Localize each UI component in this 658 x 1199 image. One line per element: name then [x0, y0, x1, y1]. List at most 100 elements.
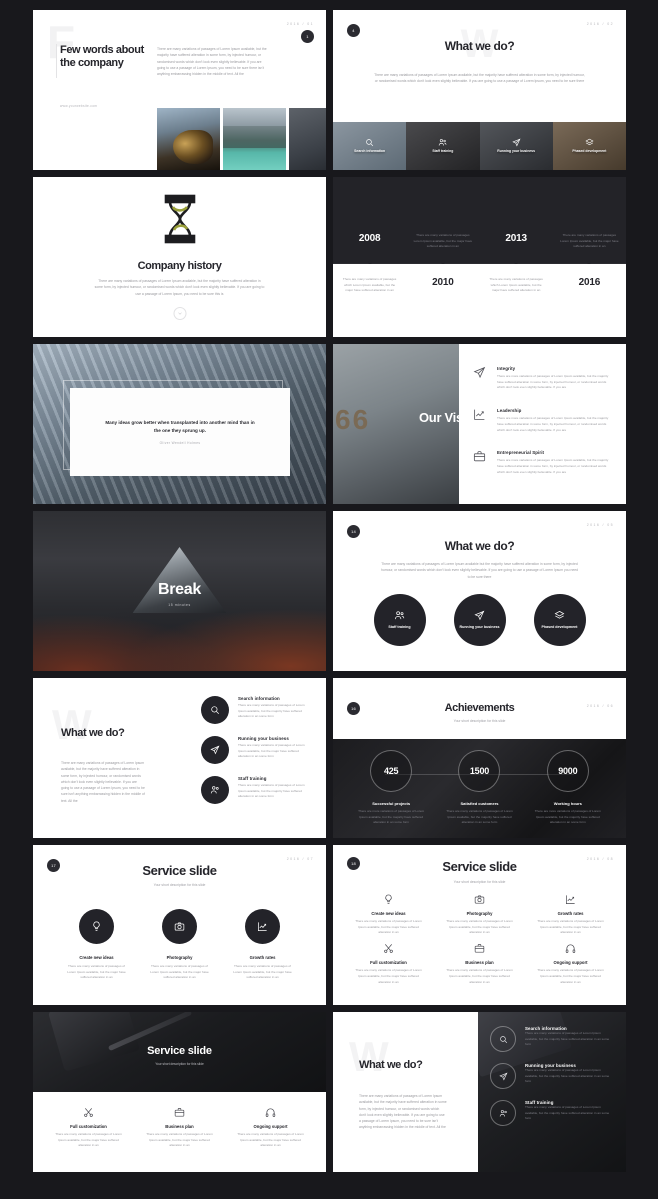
slide-what-we-do-photos[interactable]: 4 2016 / 02 W What we do? There are many…	[333, 10, 626, 170]
service-item[interactable]: Create new ideas There are many variatio…	[63, 909, 131, 981]
service-item[interactable]: Growth rates There are many variations o…	[527, 894, 614, 936]
stat-item[interactable]: 9000 Working hours There are more variat…	[530, 750, 606, 826]
service-item[interactable]: Ongoing support There are many variation…	[227, 1107, 314, 1149]
feature-cell[interactable]: Staff training	[406, 122, 480, 170]
chevron-down-icon[interactable]	[173, 307, 186, 320]
hourglass-icon	[161, 194, 199, 244]
list-item-body: There are more variations of passages of…	[497, 374, 609, 390]
slide-what-we-do-split[interactable]: W What we do? There are many variations …	[333, 1012, 626, 1172]
split-left-panel: W What we do? There are many variations …	[333, 1012, 478, 1172]
chart-icon	[565, 894, 576, 905]
service-label: Ongoing support	[553, 960, 588, 966]
service-description: There are many variations of passages of…	[446, 968, 513, 984]
stat-ring: 9000	[546, 750, 589, 792]
service-item[interactable]: Full customization There are many variat…	[345, 943, 432, 985]
list-item[interactable]: Integrity There are more variations of p…	[473, 366, 612, 391]
gallery-row: Company history There are many variation…	[33, 177, 626, 337]
slide-service-six[interactable]: 18 2016 / 08 Service slide Your short de…	[333, 845, 626, 1005]
slide-achievements[interactable]: 16 2016 / 06 Achievements Your short des…	[333, 678, 626, 838]
list-item-body: There are many variations of passages of…	[238, 783, 305, 799]
list-item-label: Leadership	[497, 408, 522, 414]
feature-cell[interactable]: Search information	[333, 122, 407, 170]
timeline-entry[interactable]: There are many variations of passages Lo…	[406, 177, 479, 337]
list-item[interactable]: Leadership There are more variations of …	[473, 408, 612, 433]
slide-company-history[interactable]: Company history There are many variation…	[33, 177, 326, 337]
slide-number-badge[interactable]: 1	[301, 30, 314, 43]
feature-circle[interactable]: Phased development	[533, 594, 586, 646]
chart-icon	[245, 909, 280, 944]
service-item[interactable]: Growth rates There are many variations o…	[229, 909, 297, 981]
timeline-year: 2016	[578, 277, 601, 288]
briefcase-icon	[174, 1107, 185, 1118]
service-item[interactable]: Photography There are many variations of…	[146, 909, 214, 981]
stat-item[interactable]: 1500 Satisfied customers There are many …	[441, 750, 517, 826]
list-item[interactable]: Search information There are many variat…	[490, 1026, 614, 1052]
feature-cell[interactable]: Running your business	[479, 122, 553, 170]
timeline-year: 2013	[505, 233, 527, 244]
feature-label: Phased development	[541, 624, 578, 629]
slide-break[interactable]: Break 15 minutes	[33, 511, 326, 671]
slide-what-we-do-circles[interactable]: 14 2016 / 05 What we do? There are many …	[333, 511, 626, 671]
page-subtitle: Your short description for this slide	[453, 880, 506, 884]
feature-cell[interactable]: Phased development	[552, 122, 626, 170]
paper-plane-icon	[511, 138, 521, 147]
eagle-photo	[157, 108, 220, 170]
list-item[interactable]: Staff training There are many variations…	[490, 1100, 614, 1126]
body-text: There are many variations of passages of…	[374, 73, 585, 84]
service-item[interactable]: Photography There are many variations of…	[436, 894, 523, 936]
gallery-row: Many ideas grow better when transplanted…	[33, 344, 626, 504]
briefcase-icon	[473, 450, 486, 475]
quote-text: Many ideas grow better when transplanted…	[105, 420, 255, 433]
timeline-entry[interactable]: 2008 There are many variations of passag…	[333, 177, 406, 337]
list-item[interactable]: Running your business There are many var…	[201, 736, 311, 764]
list-item[interactable]: Staff training There are many variations…	[201, 776, 311, 804]
service-description: There are many variations of passages of…	[355, 919, 422, 935]
slide-service-dark[interactable]: Service slide Your short description for…	[33, 1012, 326, 1172]
slide-what-we-do-list[interactable]: W What we do? There are many variations …	[33, 678, 326, 838]
service-description: There are many variations of passages of…	[446, 919, 513, 935]
slide-number-badge[interactable]: 14	[347, 525, 360, 538]
timeline-dot	[587, 260, 592, 264]
slide-few-words[interactable]: F Few words about the company There are …	[33, 10, 326, 170]
list-item-body: There are more variations of passages of…	[497, 458, 609, 474]
slide-number-badge[interactable]: 4	[347, 24, 360, 37]
timeline-entry[interactable]: 2013 There are many variations of passag…	[480, 177, 553, 337]
slide-corner-label: 2016 / 05	[586, 523, 614, 527]
page-subtitle: Your short description for this slide	[453, 719, 506, 723]
stat-label: Working hours	[553, 801, 582, 806]
timeline-year: 2010	[432, 277, 454, 288]
search-icon	[365, 138, 374, 147]
service-item[interactable]: Ongoing support There are many variation…	[527, 943, 614, 985]
service-description: There are many variations of passages of…	[537, 919, 604, 935]
list-item[interactable]: Running your business There are many var…	[490, 1063, 614, 1089]
feature-circle[interactable]: Staff training	[373, 594, 426, 646]
service-item[interactable]: Create new ideas There are many variatio…	[345, 894, 432, 936]
list-item[interactable]: Entrepreneurial Spirit There are more va…	[473, 450, 612, 475]
timeline-entry[interactable]: There are many variations of passages Lo…	[553, 177, 626, 337]
slide-our-vision[interactable]: 66 Our Vision Integrity There are more v…	[333, 344, 626, 504]
service-item[interactable]: Full customization There are many variat…	[45, 1107, 132, 1149]
page-title: Few words about the company	[60, 44, 144, 70]
feature-label: Running your business	[459, 624, 500, 629]
page-title: What we do?	[444, 539, 515, 553]
feature-circle[interactable]: Running your business	[453, 594, 506, 646]
body-text: There are many variations of passages of…	[359, 1094, 447, 1130]
slide-quote[interactable]: Many ideas grow better when transplanted…	[33, 344, 326, 504]
stat-item[interactable]: 425 Successful projects There are more v…	[353, 750, 429, 826]
achievements-header: 16 2016 / 06 Achievements Your short des…	[333, 678, 626, 739]
service-item[interactable]: Business plan There are many variations …	[436, 943, 523, 985]
service-description: There are many variations of passages of…	[150, 964, 209, 980]
page-title: Service slide	[442, 859, 517, 874]
layers-icon	[554, 610, 565, 621]
list-item[interactable]: Search information There are many variat…	[201, 696, 311, 724]
headphones-icon	[565, 943, 576, 954]
list-item-label: Running your business	[238, 736, 289, 741]
vision-list: Integrity There are more variations of p…	[459, 344, 626, 504]
gallery-row: 17 2016 / 07 Service slide Your short de…	[33, 845, 626, 1005]
slide-service-three[interactable]: 17 2016 / 07 Service slide Your short de…	[33, 845, 326, 1005]
slide-timeline[interactable]: 2008 There are many variations of passag…	[333, 177, 626, 337]
timeline-year: 2008	[358, 233, 381, 244]
service-description: There are many variations of passages of…	[355, 968, 422, 984]
scissors-icon	[383, 943, 394, 954]
service-item[interactable]: Business plan There are many variations …	[136, 1107, 223, 1149]
